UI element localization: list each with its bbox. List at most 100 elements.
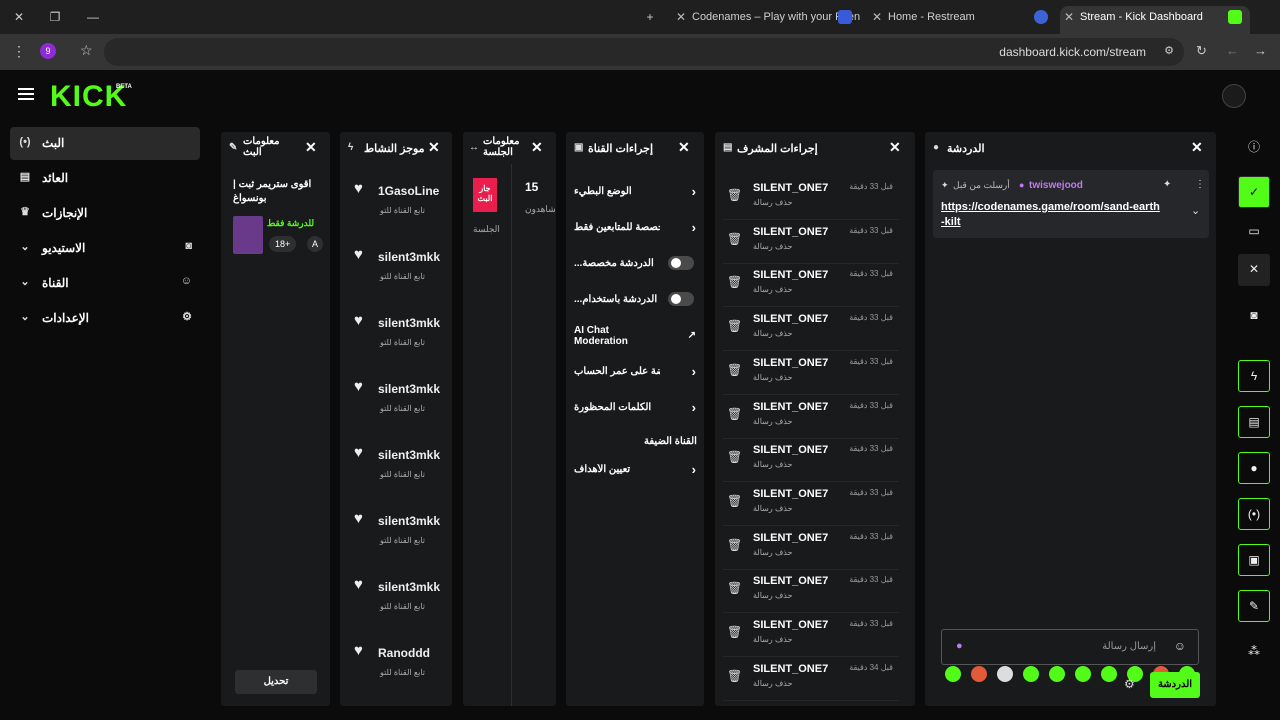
right-toolbar: ⓘ ✓ ▭ ✕ ◙ ϟ ▤ ● (•) ▣ ✎ ⁂ [1228,132,1280,706]
tab-restream[interactable]: ✕ Home - Restream [868,6,1056,34]
channel-action-row[interactable]: تعيين الأهداف › [574,456,698,486]
close-icon[interactable]: ✕ [889,139,901,156]
hamburger-menu-icon[interactable] [18,88,34,100]
tab-close-icon[interactable]: ✕ [872,6,882,28]
activity-username[interactable]: silent3mkk [378,316,440,330]
checkmark-icon[interactable]: ✓ [1238,176,1270,208]
activity-username[interactable]: silent3mkk [378,250,440,264]
mod-action-username[interactable]: SILENT_ONE7 [753,182,828,194]
emote-icon[interactable] [1075,666,1091,682]
restream-favicon [1034,10,1048,24]
mod-action-username[interactable]: SILENT_ONE7 [753,444,828,456]
close-icon[interactable]: ✕ [1191,139,1203,156]
mic-icon[interactable]: ● [956,640,963,652]
session-icon[interactable]: ▣ [1238,544,1270,576]
chat-input[interactable]: ● إرسال رسالة ☺ [941,629,1199,665]
sidebar-item-revenue[interactable]: ▤ العائد [10,162,200,195]
lightning-icon[interactable]: ϟ [1238,360,1270,392]
sidebar-item-studio[interactable]: ⌄ الاستيديو ◙ [10,232,200,265]
close-icon[interactable]: ✕ [305,139,317,156]
channel-action-row[interactable]: الوضع البطيء › [574,178,698,208]
back-icon[interactable]: → [1254,43,1267,58]
mod-action-username[interactable]: SILENT_ONE7 [753,575,828,587]
emote-icon[interactable] [997,666,1013,682]
mod-action-username[interactable]: SILENT_ONE7 [753,401,828,413]
site-settings-icon[interactable]: ⚙ [1164,44,1174,57]
user-avatar[interactable] [1222,84,1246,108]
address-bar[interactable]: dashboard.kick.com/stream ⚙ [104,38,1184,66]
toggle-switch[interactable] [668,256,694,270]
mod-action-username[interactable]: SILENT_ONE7 [753,357,828,369]
mod-action-username[interactable]: SILENT_ONE7 [753,488,828,500]
mod-action-username[interactable]: SILENT_ONE7 [753,226,828,238]
chat-bubble-icon[interactable]: ● [1238,452,1270,484]
channel-action-row[interactable]: لة مخصصة للمتابعين فقط › [574,214,698,244]
new-tab-icon[interactable]: + [641,8,659,26]
activity-username[interactable]: Ranoddd [378,646,430,660]
document-icon[interactable]: ▤ [1238,406,1270,438]
tab-close-icon[interactable]: ✕ [1064,6,1074,28]
wrench-icon[interactable]: ✎ [1238,590,1270,622]
emote-icon[interactable] [1049,666,1065,682]
close-icon[interactable]: ✕ [1238,254,1270,286]
sidebar-item-stream[interactable]: (•) البث [10,127,200,160]
chevron-down-icon[interactable]: ⌄ [1191,204,1200,217]
emote-icon[interactable] [945,666,961,682]
channel-action-row[interactable]: فروضة على عمر الحساب › [574,358,698,388]
close-icon[interactable]: ✕ [428,139,440,156]
send-chat-button[interactable]: الدردشة [1150,672,1200,698]
channel-action-row[interactable]: الكلمات المحظورة › [574,394,698,424]
pinned-link[interactable]: https://codenames.game/room/sand-earth-k… [941,200,1161,230]
bookmark-star-icon[interactable]: ☆ [80,42,93,59]
studio-icon[interactable]: ◙ [1238,300,1270,332]
mod-action-time: قبل 33 دقيقة [849,400,893,410]
edit-button[interactable]: تحديل [235,670,317,694]
toggle-switch[interactable] [668,292,694,306]
channel-action-row[interactable]: ...الدردشة مخصصة [574,250,698,280]
channel-action-label: الكلمات المحظورة [574,402,652,413]
forward-icon[interactable]: ← [1226,43,1239,58]
info-icon[interactable]: ⓘ [1238,132,1270,164]
more-panels-icon[interactable]: ⁂ [1238,636,1270,668]
mod-action-type: حذف رسالة [753,285,793,295]
emote-icon[interactable] [1101,666,1117,682]
emoji-icon[interactable]: ☺ [1174,639,1186,653]
mod-action-username[interactable]: SILENT_ONE7 [753,313,828,325]
mod-action-username[interactable]: SILENT_ONE7 [753,663,828,675]
mod-action-username[interactable]: SILENT_ONE7 [753,269,828,281]
mod-action-username[interactable]: SILENT_ONE7 [753,532,828,544]
sidebar-item-channel[interactable]: ⌄ القناة ☺ [10,267,200,300]
channel-action-row[interactable]: AI Chat Moderation ↗ [574,322,698,352]
activity-username[interactable]: silent3mkk [378,448,440,462]
sidebar-item-achievements[interactable]: ♛ الإنجازات [10,197,200,230]
emote-icon[interactable] [1023,666,1039,682]
layout-icon[interactable]: ▭ [1238,216,1270,248]
restore-window-icon[interactable]: ❐ [46,8,64,26]
activity-username[interactable]: silent3mkk [378,382,440,396]
channel-action-row[interactable]: ...الدردشة باستخدام [574,286,698,316]
chat-settings-icon[interactable]: ⚙ [1124,677,1135,691]
chevron-down-icon: ⌄ [20,241,30,253]
pin-icon[interactable]: ✦ [1163,179,1171,190]
emote-icon[interactable] [971,666,987,682]
broadcast-icon[interactable]: (•) [1238,498,1270,530]
tab-codenames[interactable]: ✕ Codenames – Play with your Frien [672,6,860,34]
tab-close-icon[interactable]: ✕ [676,6,686,28]
tab-kick-dashboard[interactable]: ✕ Stream - Kick Dashboard [1060,6,1250,34]
minimize-window-icon[interactable]: — [84,8,102,26]
tab-title: Codenames – Play with your Frien [692,11,860,23]
activity-username[interactable]: silent3mkk [378,580,440,594]
menu-dots-icon[interactable]: ⋮ [12,43,26,60]
pinned-username[interactable]: twiswejood [1029,180,1083,191]
mod-action-username[interactable]: SILENT_ONE7 [753,619,828,631]
close-icon[interactable]: ✕ [531,139,543,156]
activity-username[interactable]: silent3mkk [378,514,440,528]
close-window-icon[interactable]: ✕ [10,8,28,26]
more-options-icon[interactable]: ⋮ [1195,179,1205,190]
sidebar-item-settings[interactable]: ⌄ الإعدادات ⚙ [10,302,200,335]
profile-avatar[interactable]: 9 [40,43,56,59]
reload-icon[interactable]: ↻ [1196,43,1207,59]
activity-username[interactable]: 1GasoLine [378,184,439,198]
close-icon[interactable]: ✕ [678,139,690,156]
channel-action-label: الوضع البطيء [574,186,632,197]
